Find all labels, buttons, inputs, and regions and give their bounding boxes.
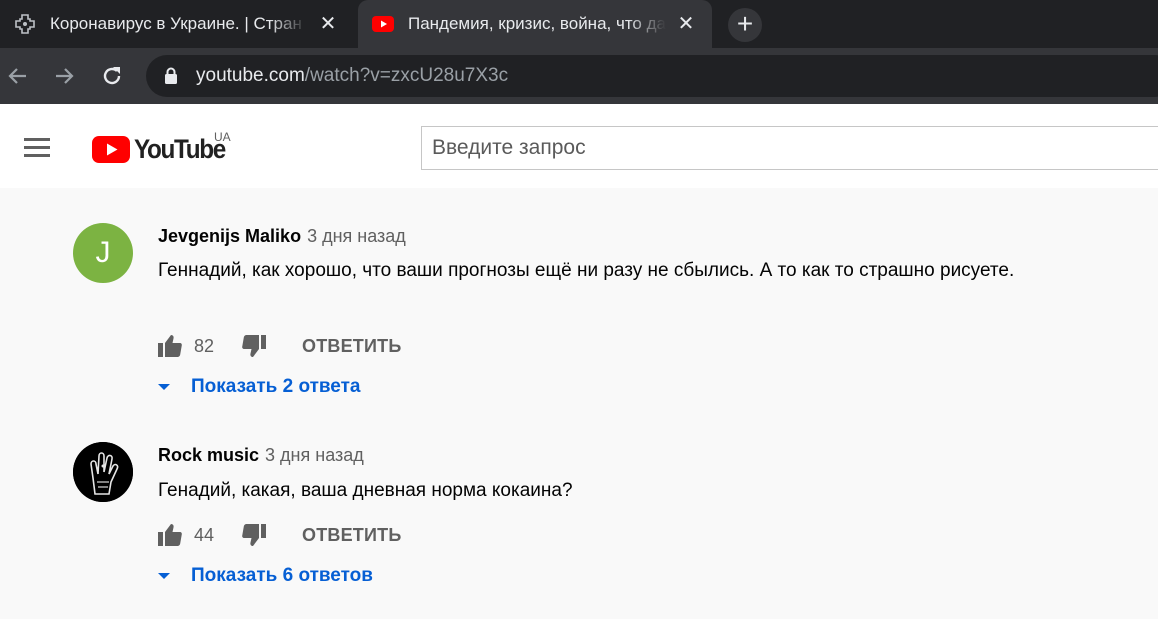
close-tab-icon[interactable]: ✕ — [674, 12, 698, 36]
tab-youtube-video[interactable]: Пандемия, кризис, война, что дальше ✕ — [358, 0, 712, 48]
thumb-down-icon[interactable] — [242, 335, 266, 357]
show-replies-label: Показать 6 ответов — [191, 565, 373, 586]
tab-coronavirus[interactable]: Коронавирус в Украине. | Стран ✕ — [0, 0, 354, 48]
thumb-down-icon[interactable] — [242, 524, 266, 546]
tab-title: Пандемия, кризис, война, что дальше — [408, 14, 666, 33]
thumb-up-icon[interactable] — [158, 524, 182, 546]
url-text: youtube.com/watch?v=zxcU28u7X3c — [196, 65, 509, 86]
show-replies-button[interactable]: Показать 6 ответов — [158, 565, 373, 587]
search-box — [421, 126, 1158, 170]
forward-icon[interactable] — [48, 60, 80, 92]
search-input[interactable] — [422, 127, 1158, 169]
rock-hand-icon — [73, 442, 133, 502]
new-tab-button[interactable]: + — [728, 8, 762, 42]
show-replies-label: Показать 2 ответа — [191, 376, 361, 397]
menu-icon[interactable] — [24, 138, 50, 158]
comment-header: Rock music 3 дня назад — [158, 445, 364, 466]
tab-title: Коронавирус в Украине. | Стран — [50, 14, 302, 33]
youtube-logo[interactable]: YouTube UA — [92, 130, 235, 165]
logo-wordmark: YouTube — [134, 134, 226, 164]
comment-header: Jevgenijs Maliko 3 дня назад — [158, 226, 406, 247]
reply-button[interactable]: ОТВЕТИТЬ — [302, 525, 401, 546]
comment-author[interactable]: Jevgenijs Maliko — [158, 226, 301, 246]
like-count: 44 — [194, 524, 215, 545]
avatar[interactable] — [73, 442, 133, 502]
comment-actions: 82 ОТВЕТИТЬ — [158, 333, 401, 359]
show-replies-button[interactable]: Показать 2 ответа — [158, 376, 361, 398]
youtube-favicon-icon — [372, 13, 394, 35]
caret-down-icon — [158, 573, 170, 579]
comment-time[interactable]: 3 дня назад — [265, 445, 364, 465]
comment-text: Генадий, какая, ваша дневная норма кокаи… — [158, 480, 573, 501]
browser-tab-bar: Коронавирус в Украине. | Стран ✕ Пандеми… — [0, 0, 1158, 48]
comment-author[interactable]: Rock music — [158, 445, 259, 465]
browser-toolbar: youtube.com/watch?v=zxcU28u7X3c — [0, 48, 1158, 104]
reply-button[interactable]: ОТВЕТИТЬ — [302, 336, 401, 357]
reload-icon[interactable] — [96, 60, 128, 92]
region-code: UA — [214, 130, 231, 144]
comment-time[interactable]: 3 дня назад — [307, 226, 406, 246]
back-icon[interactable] — [2, 60, 34, 92]
site-favicon-icon — [14, 13, 36, 35]
address-bar[interactable]: youtube.com/watch?v=zxcU28u7X3c — [146, 55, 1158, 97]
like-count: 82 — [194, 335, 215, 356]
close-tab-icon[interactable]: ✕ — [316, 12, 340, 36]
thumb-up-icon[interactable] — [158, 335, 182, 357]
avatar[interactable]: J — [73, 223, 133, 283]
comment-text: Геннадий, как хорошо, что ваши прогнозы … — [158, 260, 1015, 281]
caret-down-icon — [158, 384, 170, 390]
lock-icon[interactable] — [164, 67, 178, 90]
comment-actions: 44 ОТВЕТИТЬ — [158, 522, 401, 548]
youtube-header: YouTube UA — [0, 104, 1158, 188]
youtube-play-icon — [92, 136, 130, 163]
